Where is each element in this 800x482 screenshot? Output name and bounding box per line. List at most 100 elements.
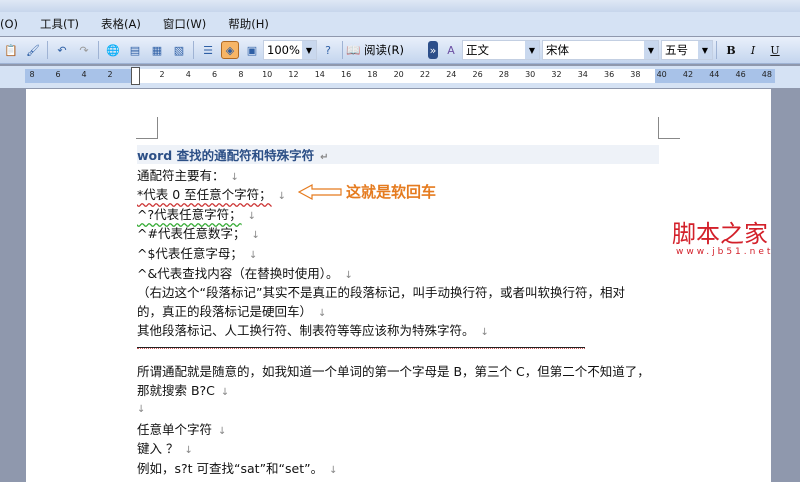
- ruler-number: 24: [446, 70, 457, 79]
- toolbar-options-icon[interactable]: »: [428, 41, 438, 59]
- horizontal-ruler[interactable]: 8 6 4 2 2 4 6 8 10 12 14 16 18 20 22 24 26 28 30 32 34 36 38 40…: [0, 66, 800, 88]
- undo-icon[interactable]: ↶: [53, 41, 71, 59]
- line-break-mark: ↓: [344, 270, 353, 281]
- ruler-number: 38: [630, 70, 641, 79]
- help-icon[interactable]: ?: [319, 41, 337, 59]
- line-break-mark: ↓: [318, 308, 327, 319]
- read-label: 阅读(R): [363, 43, 404, 57]
- ruler-number: 42: [682, 70, 694, 79]
- ruler-number: 8: [238, 70, 244, 79]
- ruler-number: 8: [29, 70, 35, 79]
- ruler-number: 4: [185, 70, 191, 79]
- line-break-mark: ↓: [230, 172, 239, 183]
- ruler-number: 6: [212, 70, 218, 79]
- ruler-number: 26: [472, 70, 483, 79]
- watermark-url: www.jb51.net: [676, 247, 774, 257]
- line-break-mark: ↓: [277, 191, 287, 202]
- line-text: 的，真正的段落标记是硬回车）: [137, 304, 313, 319]
- insert-excel-icon[interactable]: ▧: [170, 41, 188, 59]
- chevron-down-icon[interactable]: ▼: [302, 41, 316, 59]
- ruler-number: 30: [525, 70, 536, 79]
- zoom-select[interactable]: 100% ▼: [263, 40, 317, 60]
- line-text: 例如，s?t 可查找“sat”和“set”。: [137, 461, 324, 476]
- document-line: 的，真正的段落标记是硬回车） ↓: [137, 301, 326, 320]
- insert-table-icon[interactable]: ▦: [148, 41, 166, 59]
- menu-tools[interactable]: 工具(T): [40, 16, 79, 32]
- line-break-mark: ↓: [247, 211, 256, 222]
- bold-button[interactable]: B: [722, 41, 740, 59]
- italic-button[interactable]: I: [744, 41, 762, 59]
- document-heading: word 查找的通配符和特殊字符 ↵: [137, 145, 659, 164]
- ruler-number: 18: [367, 70, 378, 79]
- menu-bar: (O) 工具(T) 表格(A) 窗口(W) 帮助(H): [0, 12, 800, 36]
- annotation: 这就是软回车: [298, 181, 436, 202]
- crop-mark: [658, 117, 680, 139]
- ruler-number: 12: [288, 70, 299, 79]
- menu-help[interactable]: 帮助(H): [228, 16, 269, 32]
- line-break-mark: ↓: [220, 387, 230, 398]
- separator: [342, 41, 343, 59]
- font-size-select[interactable]: 五号 ▼: [661, 40, 713, 60]
- style-value: 正文: [466, 43, 489, 57]
- document-map-icon[interactable]: ▣: [243, 41, 261, 59]
- menu-table[interactable]: 表格(A): [101, 16, 141, 32]
- line-text: 任意单个字符: [137, 422, 213, 437]
- page-background-right: [771, 89, 800, 482]
- document-line: 所谓通配就是随意的，如我知道一个单词的第一个字母是 B，第三个 C，但第二个不知…: [137, 361, 650, 380]
- separator: [98, 41, 99, 59]
- styles-icon[interactable]: A: [442, 41, 460, 59]
- line-break-mark: ↓: [251, 230, 260, 241]
- drawing-icon[interactable]: ◈: [221, 41, 239, 59]
- menu-window[interactable]: 窗口(W): [163, 16, 206, 32]
- crop-mark: [136, 117, 158, 139]
- line-text: ^&代表查找内容（在替换时使用）。: [137, 266, 339, 281]
- document-line: ^#代表任意数字； ↓: [137, 223, 260, 242]
- separator: [193, 41, 194, 59]
- hyperlink-icon[interactable]: 🌐: [104, 41, 122, 59]
- document-line: ^$代表任意字母； ↓: [137, 243, 257, 262]
- indent-marker[interactable]: [131, 67, 140, 85]
- line-break-mark: ↓: [480, 327, 489, 338]
- line-text: ^?代表任意字符；: [137, 207, 242, 222]
- line-text: 所谓通配就是随意的，如我知道一个单词的第一个字母是 B，第三个 C，但第二个不知…: [137, 364, 650, 379]
- style-select[interactable]: 正文 ▼: [462, 40, 540, 60]
- document-line: 那就搜索 B?C ↓: [137, 380, 229, 399]
- tables-borders-icon[interactable]: ▤: [126, 41, 144, 59]
- chevron-down-icon[interactable]: ▼: [644, 41, 658, 59]
- columns-icon[interactable]: ☰: [199, 41, 217, 59]
- underline-button[interactable]: U: [766, 41, 784, 59]
- chevron-down-icon[interactable]: ▼: [525, 41, 539, 59]
- line-break-mark: ↓: [329, 465, 338, 476]
- document-line: 通配符主要有： ↓: [137, 165, 239, 184]
- ruler-number: 14: [314, 70, 325, 79]
- ruler-number: 48: [761, 70, 772, 79]
- line-text: 通配符主要有：: [137, 168, 225, 183]
- title-bar: [0, 0, 800, 12]
- ruler-number: 32: [551, 70, 562, 79]
- line-text: ^$代表任意字母；: [137, 246, 243, 261]
- line-break-mark: ↓: [184, 445, 193, 456]
- ruler-number: 36: [604, 70, 615, 79]
- font-value: 宋体: [546, 43, 569, 57]
- ruler-number: 6: [55, 70, 61, 79]
- arrow-left-icon: [298, 183, 342, 200]
- font-select[interactable]: 宋体 ▼: [542, 40, 659, 60]
- ruler-number: 34: [577, 70, 588, 79]
- menu-format[interactable]: (O): [0, 17, 18, 31]
- format-painter-icon[interactable]: 🖌: [24, 41, 42, 59]
- line-text: ^#代表任意数字；: [137, 226, 246, 241]
- document-line: ↓: [137, 400, 145, 415]
- chevron-down-icon[interactable]: ▼: [698, 41, 712, 59]
- line-break-mark: ↓: [137, 404, 146, 415]
- ruler-number: 46: [735, 70, 746, 79]
- horizontal-rule: [137, 347, 585, 349]
- paste-icon[interactable]: 📋: [2, 41, 20, 59]
- redo-icon[interactable]: ↷: [75, 41, 93, 59]
- paragraph-mark: ↵: [320, 152, 329, 163]
- document-line: ^?代表任意字符； ↓: [137, 204, 256, 223]
- document-line: *代表 0 至任意个字符； ↓: [137, 184, 286, 203]
- read-button[interactable]: 📖 阅读(R): [346, 42, 426, 58]
- document-line: 例如，s?t 可查找“sat”和“set”。 ↓: [137, 458, 338, 477]
- document-line: 任意单个字符 ↓: [137, 419, 226, 438]
- separator: [47, 41, 48, 59]
